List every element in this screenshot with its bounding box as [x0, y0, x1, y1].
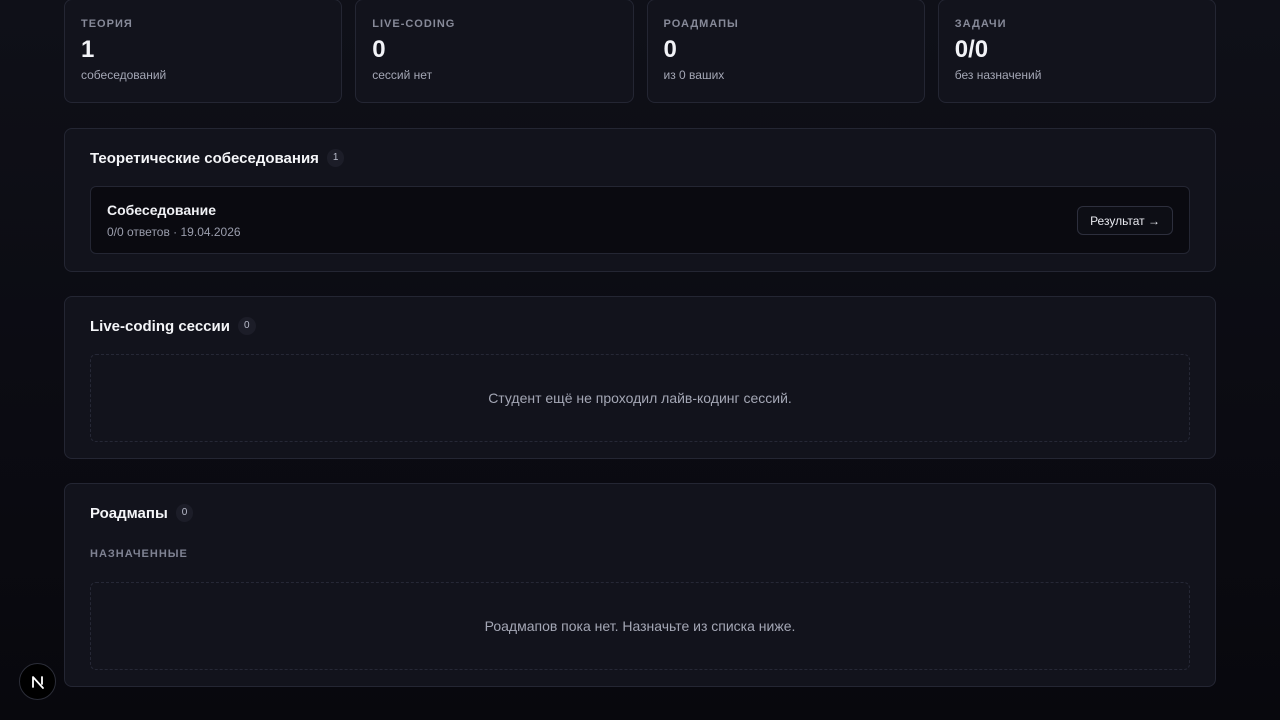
card-title: Live-coding сессии: [90, 317, 230, 335]
stat-card-theory: ТЕОРИЯ 1 собеседований: [64, 0, 343, 103]
interview-title: Собеседование: [107, 202, 216, 218]
stat-label: ТЕОРИЯ: [81, 18, 133, 30]
stat-value: 0: [372, 36, 386, 63]
count-badge: 0: [175, 504, 194, 522]
card-header: Live-coding сессии 0: [90, 317, 256, 335]
empty-state: Студент ещё не проходил лайв-кодинг сесс…: [90, 354, 1190, 442]
result-button[interactable]: Результат →: [1077, 206, 1173, 235]
stat-label: РОАДМАПЫ: [663, 18, 739, 30]
roadmaps-card: Роадмапы 0 НАЗНАЧЕННЫЕ Роадмапов пока не…: [64, 483, 1216, 687]
assigned-section-label: НАЗНАЧЕННЫЕ: [90, 548, 188, 560]
stat-sub: собеседований: [81, 68, 167, 82]
stat-sub: без назначений: [954, 68, 1042, 82]
count-badge: 0: [237, 317, 256, 335]
stat-sub: из 0 ваших: [663, 68, 725, 82]
stat-value: 1: [81, 36, 95, 63]
stat-sub: сессий нет: [372, 68, 433, 82]
stat-card-tasks: ЗАДАЧИ 0/0 без назначений: [937, 0, 1216, 103]
nextjs-logo-icon: [31, 675, 44, 689]
stat-value: 0: [663, 36, 677, 63]
empty-state: Роадмапов пока нет. Назначьте из списка …: [90, 582, 1190, 670]
interview-meta: 0/0 ответов · 19.04.2026: [107, 225, 241, 239]
stat-value: 0/0: [954, 36, 989, 63]
card-header: Роадмапы 0: [90, 504, 194, 522]
count-badge: 1: [326, 149, 345, 167]
card-title: Роадмапы: [90, 504, 168, 522]
theory-interviews-card: Теоретические собеседования 1 Собеседова…: [64, 128, 1216, 272]
stats-row: ТЕОРИЯ 1 собеседований LIVE-CODING 0 сес…: [64, 0, 1216, 104]
interview-row[interactable]: Собеседование 0/0 ответов · 19.04.2026 Р…: [90, 186, 1190, 254]
stat-label: ЗАДАЧИ: [954, 18, 1007, 30]
card-header: Теоретические собеседования 1: [90, 149, 345, 167]
stat-card-roadmaps: РОАДМАПЫ 0 из 0 ваших: [646, 0, 925, 103]
livecoding-sessions-card: Live-coding сессии 0 Студент ещё не прох…: [64, 296, 1216, 459]
card-title: Теоретические собеседования: [90, 149, 319, 167]
stat-card-livecoding: LIVE-CODING 0 сессий нет: [355, 0, 634, 103]
stat-label: LIVE-CODING: [372, 18, 456, 30]
nextjs-dev-indicator[interactable]: [19, 663, 56, 700]
